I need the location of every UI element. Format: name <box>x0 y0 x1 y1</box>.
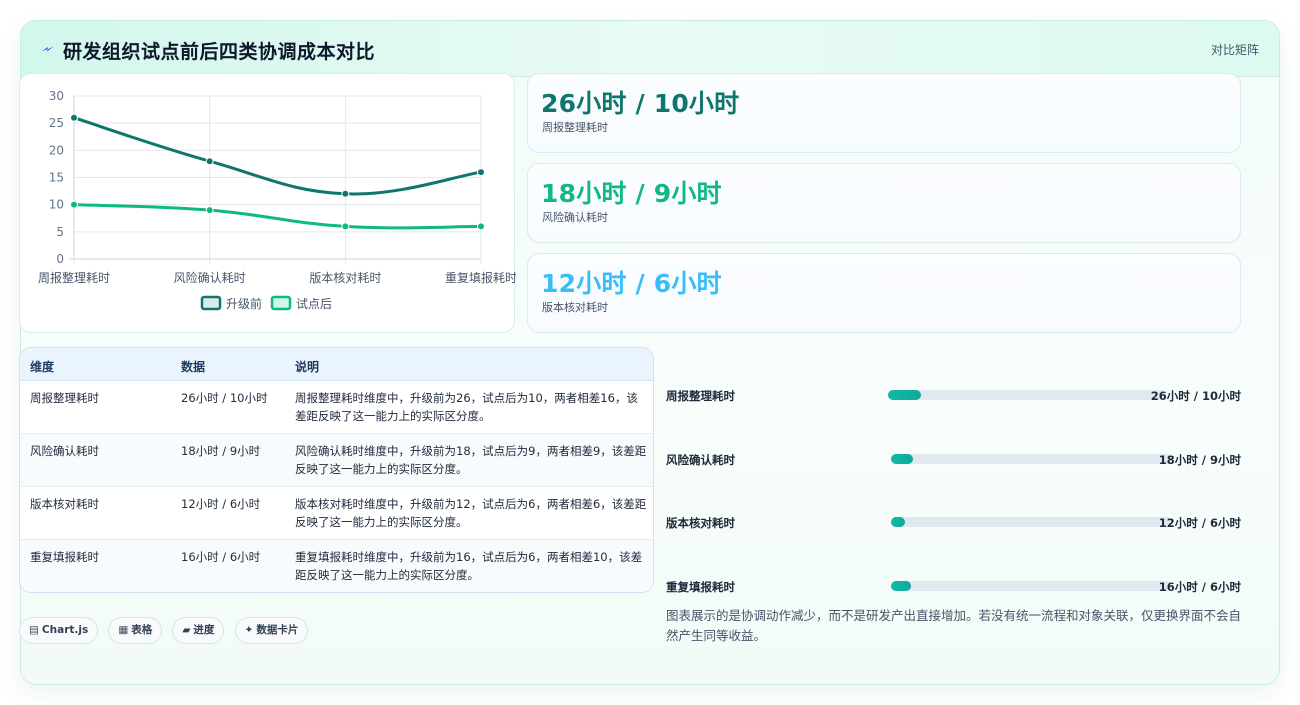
data-point <box>205 157 214 166</box>
column-header-data: 数据 <box>181 360 206 374</box>
stat-label: 风险确认耗时 <box>542 211 608 224</box>
comparison-table: 维度 数据 说明 周报整理耗时 26小时 / 10小时 周报整理耗时维度中，升级… <box>19 347 654 593</box>
cell-description: 版本核对耗时维度中，升级前为12，试点后为6，两者相差6，该差距反映了这一能力上… <box>295 497 647 529</box>
data-point <box>205 206 214 215</box>
progress-track <box>888 390 1165 400</box>
progress-row-risk-confirm: 风险确认耗时 18小时 / 9小时 <box>666 449 1241 469</box>
table-header: 维度 数据 说明 <box>20 348 653 381</box>
cell-data: 18小时 / 9小时 <box>181 444 261 458</box>
stat-value: 12小时 / 6小时 <box>541 269 722 298</box>
progress-track <box>891 454 1172 464</box>
progress-value: 16小时 / 6小时 <box>1158 580 1241 594</box>
sparkle-icon: ✦ <box>244 624 254 636</box>
card-header: 研发组织试点前后四类协调成本对比 对比矩阵 <box>21 21 1279 77</box>
cell-data: 26小时 / 10小时 <box>181 391 268 405</box>
legend-label: 试点后 <box>296 296 332 311</box>
x-tick-label: 重复填报耗时 <box>445 270 516 285</box>
progress-value: 18小时 / 9小时 <box>1158 453 1241 467</box>
progress-value: 12小时 / 6小时 <box>1158 516 1241 530</box>
progress-label: 周报整理耗时 <box>666 389 735 403</box>
y-tick-label: 20 <box>49 143 64 157</box>
column-header-dimension: 维度 <box>30 360 55 374</box>
chip-label: 进度 <box>193 624 215 636</box>
chip-label: 表格 <box>131 624 153 636</box>
table-row: 风险确认耗时 18小时 / 9小时 风险确认耗时维度中，升级前为18，试点后为9… <box>20 434 653 487</box>
bolt-icon <box>42 46 54 52</box>
chart-icon: ▤ <box>29 624 39 636</box>
x-tick-label: 风险确认耗时 <box>174 270 246 285</box>
x-tick-label: 周报整理耗时 <box>38 270 110 285</box>
stat-value: 26小时 / 10小时 <box>541 89 740 118</box>
view-mode-badge[interactable]: 对比矩阵 <box>1211 41 1259 58</box>
progress-icon: ▰ <box>182 624 191 636</box>
legend-swatch <box>270 295 292 311</box>
y-tick-label: 15 <box>49 171 64 185</box>
stat-card-risk-confirm: 18小时 / 9小时 风险确认耗时 <box>527 163 1241 243</box>
y-tick-label: 5 <box>56 225 64 239</box>
progress-fill <box>891 581 911 591</box>
data-point <box>341 189 350 198</box>
cell-dimension: 风险确认耗时 <box>30 444 99 458</box>
cell-dimension: 版本核对耗时 <box>30 497 99 511</box>
table-row: 版本核对耗时 12小时 / 6小时 版本核对耗时维度中，升级前为12，试点后为6… <box>20 487 653 540</box>
data-point <box>341 222 350 231</box>
data-point <box>70 113 78 122</box>
data-point <box>477 222 485 231</box>
data-point <box>70 200 78 209</box>
progress-label: 重复填报耗时 <box>666 580 735 594</box>
chip-progress[interactable]: ▰ 进度 <box>172 617 225 644</box>
x-tick-label: 版本核对耗时 <box>309 271 381 285</box>
progress-label: 风险确认耗时 <box>666 453 735 467</box>
progress-fill <box>888 390 922 400</box>
data-point <box>477 168 485 177</box>
chip-label: Chart.js <box>41 624 89 636</box>
stat-label: 周报整理耗时 <box>542 121 608 134</box>
progress-value: 26小时 / 10小时 <box>1150 389 1241 403</box>
chip-table[interactable]: ▦ 表格 <box>108 617 163 644</box>
line-chart: 0 5 10 15 20 25 30 周报整理耗时 风险确认耗时 版本核对耗时 重复填报耗时升级前 试… <box>38 89 516 311</box>
progress-fill <box>891 454 914 464</box>
stat-card-version-check: 12小时 / 6小时 版本核对耗时 <box>527 253 1241 333</box>
cell-description: 重复填报耗时维度中，升级前为16，试点后为6，两者相差10，该差距反映了这一能力… <box>295 550 643 582</box>
cell-data: 16小时 / 6小时 <box>181 550 261 564</box>
cell-data: 12小时 / 6小时 <box>181 497 261 511</box>
cell-description: 周报整理耗时维度中，升级前为26，试点后为10，两者相差16，该差距反映了这一能… <box>295 391 638 423</box>
progress-track <box>891 581 1172 591</box>
progress-label: 版本核对耗时 <box>666 516 735 530</box>
chart-footnote: 图表展示的是协调动作减少，而不是研发产出直接增加。若没有统一流程和对象关联，仅更… <box>666 608 1242 643</box>
stat-card-weekly-report: 26小时 / 10小时 周报整理耗时 <box>527 73 1241 153</box>
y-tick-label: 30 <box>49 89 64 103</box>
line-chart-panel: 0 5 10 15 20 25 30 周报整理耗时 风险确认耗时 版本核对耗时 重复填报耗时升级前 试… <box>19 73 516 333</box>
series-line-after <box>73 203 482 230</box>
table-row: 重复填报耗时 16小时 / 6小时 重复填报耗时维度中，升级前为16，试点后为6… <box>20 540 653 592</box>
progress-row-weekly-report: 周报整理耗时 26小时 / 10小时 <box>666 385 1241 405</box>
y-tick-label: 25 <box>49 116 64 130</box>
table-icon: ▦ <box>118 624 129 636</box>
column-header-description: 说明 <box>295 360 320 374</box>
stat-value: 18小时 / 9小时 <box>541 179 722 208</box>
legend-swatch <box>200 295 222 311</box>
progress-fill <box>891 517 906 527</box>
table-row: 周报整理耗时 26小时 / 10小时 周报整理耗时维度中，升级前为26，试点后为… <box>20 381 653 434</box>
chip-label: 数据卡片 <box>256 624 299 636</box>
progress-row-duplicate-entry: 重复填报耗时 16小时 / 6小时 <box>666 576 1241 596</box>
y-tick-label: 10 <box>49 198 64 212</box>
y-tick-label: 0 <box>56 252 64 266</box>
cell-dimension: 重复填报耗时 <box>30 550 99 564</box>
page-title: 研发组织试点前后四类协调成本对比 <box>63 41 376 63</box>
legend-label: 升级前 <box>226 296 262 311</box>
chip-chartjs[interactable]: ▤ Chart.js <box>19 617 99 644</box>
series-line-before <box>73 116 482 196</box>
stat-label: 版本核对耗时 <box>542 301 608 314</box>
cell-dimension: 周报整理耗时 <box>30 391 99 405</box>
progress-row-version-check: 版本核对耗时 12小时 / 6小时 <box>666 512 1241 532</box>
chip-data-card[interactable]: ✦ 数据卡片 <box>234 617 309 644</box>
tech-chips: ▤ Chart.js ▦ 表格 ▰ 进度 ✦ 数据卡片 <box>19 617 313 645</box>
progress-track <box>891 517 1172 527</box>
cell-description: 风险确认耗时维度中，升级前为18，试点后为9，两者相差9，该差距反映了这一能力上… <box>295 444 647 476</box>
